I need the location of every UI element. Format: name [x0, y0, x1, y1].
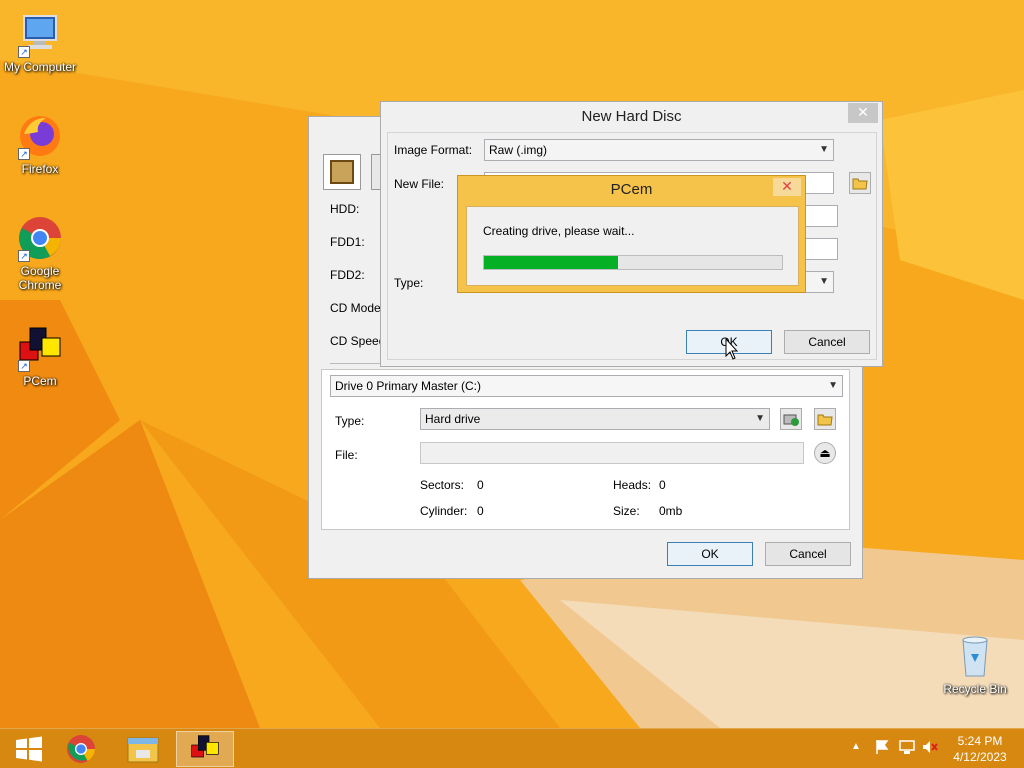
- action-center-flag-icon[interactable]: [874, 739, 890, 758]
- eject-button[interactable]: ⏏: [814, 442, 836, 464]
- file-explorer-icon: [127, 737, 159, 763]
- shortcut-arrow-icon: ↗: [18, 46, 30, 58]
- new-disk-icon: [783, 414, 799, 426]
- desktop-icon-label: Recycle Bin: [943, 682, 1007, 696]
- mouse-cursor: [725, 337, 739, 363]
- close-icon[interactable]: ✕: [773, 178, 801, 196]
- drive-select[interactable]: Drive 0 Primary Master (C:) ▼: [330, 375, 843, 397]
- windows-logo-icon: [16, 736, 42, 762]
- shortcut-arrow-icon: ↗: [18, 250, 30, 262]
- file-path-field[interactable]: [420, 442, 804, 464]
- sectors-value: 0: [477, 478, 484, 492]
- desktop-icon-label: My Computer: [3, 60, 77, 74]
- heads-value: 0: [659, 478, 666, 492]
- desktop-icon-google-chrome[interactable]: ↗ Google Chrome: [0, 214, 80, 292]
- clock[interactable]: 5:24 PM 4/12/2023: [950, 733, 1010, 765]
- chevron-down-icon: ▼: [755, 413, 765, 424]
- fdd2-label: FDD2:: [330, 268, 365, 282]
- pcem-icon: [191, 735, 219, 758]
- window-title: New Hard Disc: [581, 108, 682, 125]
- image-format-select[interactable]: Raw (.img) ▼: [484, 139, 834, 161]
- chevron-down-icon: ▼: [819, 144, 829, 155]
- desktop-icon-firefox[interactable]: ↗ Firefox: [0, 112, 80, 176]
- computer-icon: ↗: [16, 10, 64, 58]
- desktop-icon-label: PCem: [23, 374, 57, 388]
- progress-body: Creating drive, please wait...: [466, 206, 799, 286]
- chevron-down-icon: ▼: [828, 380, 838, 391]
- drive-select-value: Drive 0 Primary Master (C:): [335, 379, 482, 393]
- chrome-icon: [67, 735, 95, 763]
- start-button[interactable]: [0, 731, 58, 767]
- show-hidden-icons-button[interactable]: ▲: [851, 741, 861, 752]
- close-icon[interactable]: ✕: [848, 103, 878, 123]
- config-ok-button[interactable]: OK: [667, 542, 753, 566]
- recycle-bin-icon: [951, 632, 999, 680]
- config-cancel-button[interactable]: Cancel: [765, 542, 851, 566]
- taskbar-chrome[interactable]: [52, 731, 110, 767]
- shortcut-arrow-icon: ↗: [18, 148, 30, 160]
- shortcut-arrow-icon: ↗: [18, 360, 30, 372]
- clock-date: 4/12/2023: [953, 750, 1007, 764]
- pcem-icon: ↗: [16, 324, 64, 372]
- volume-muted-icon[interactable]: [921, 739, 939, 758]
- network-icon[interactable]: [898, 739, 916, 758]
- cd-model-label: CD Mode: [330, 301, 381, 315]
- progress-message: Creating drive, please wait...: [483, 224, 635, 238]
- new-hard-disc-titlebar: New Hard Disc ✕: [381, 102, 882, 132]
- desktop-icon-pcem[interactable]: ↗ PCem: [0, 324, 80, 388]
- desktop-icon-my-computer[interactable]: ↗ My Computer: [0, 10, 80, 74]
- file-label: File:: [335, 448, 358, 462]
- progress-bar: [483, 255, 783, 270]
- new-disc-cancel-button[interactable]: Cancel: [784, 330, 870, 354]
- type-label: Type:: [394, 276, 424, 290]
- cylinder-label: Cylinder:: [420, 504, 468, 518]
- tab-motherboard[interactable]: [323, 154, 361, 190]
- desktop-icon-label: Firefox: [21, 162, 59, 176]
- chevron-down-icon: ▼: [819, 276, 829, 287]
- clock-time: 5:24 PM: [957, 734, 1003, 748]
- cylinder-value: 0: [477, 504, 484, 518]
- progress-bar-fill: [484, 256, 619, 269]
- hdd-label: HDD:: [330, 202, 360, 216]
- firefox-icon: ↗: [16, 112, 64, 160]
- open-folder-button[interactable]: [814, 408, 836, 430]
- progress-title: PCem: [610, 181, 653, 198]
- desktop-icon-label: Google Chrome: [18, 264, 62, 292]
- image-format-value: Raw (.img): [489, 143, 548, 157]
- chrome-icon: ↗: [16, 214, 64, 262]
- browse-folder-button[interactable]: [849, 172, 871, 194]
- heads-label: Heads:: [613, 478, 652, 492]
- progress-dialog: PCem ✕ Creating drive, please wait...: [457, 175, 806, 293]
- size-label: Size:: [613, 504, 640, 518]
- type-label: Type:: [335, 414, 365, 428]
- progress-titlebar: PCem ✕: [458, 176, 805, 204]
- drive-type-select[interactable]: Hard drive ▼: [420, 408, 770, 430]
- eject-icon: ⏏: [819, 446, 831, 460]
- taskbar-file-explorer[interactable]: [114, 731, 172, 767]
- motherboard-icon: [330, 160, 354, 184]
- folder-icon: [852, 178, 868, 190]
- new-disk-button[interactable]: [780, 408, 802, 430]
- taskbar-pcem[interactable]: [176, 731, 234, 767]
- drive-group-box: Drive 0 Primary Master (C:) ▼ Type: Hard…: [321, 369, 850, 530]
- size-value: 0mb: [659, 504, 683, 518]
- cd-speed-label: CD Speed: [330, 334, 386, 348]
- sectors-label: Sectors:: [420, 478, 465, 492]
- new-file-label: New File:: [394, 177, 445, 191]
- drive-type-value: Hard drive: [425, 412, 481, 426]
- image-format-label: Image Format:: [394, 143, 473, 157]
- taskbar: ▲ 5:24 PM 4/12/2023: [0, 728, 1024, 768]
- fdd1-label: FDD1:: [330, 235, 365, 249]
- desktop-icon-recycle-bin[interactable]: Recycle Bin: [935, 632, 1015, 696]
- folder-icon: [817, 414, 833, 426]
